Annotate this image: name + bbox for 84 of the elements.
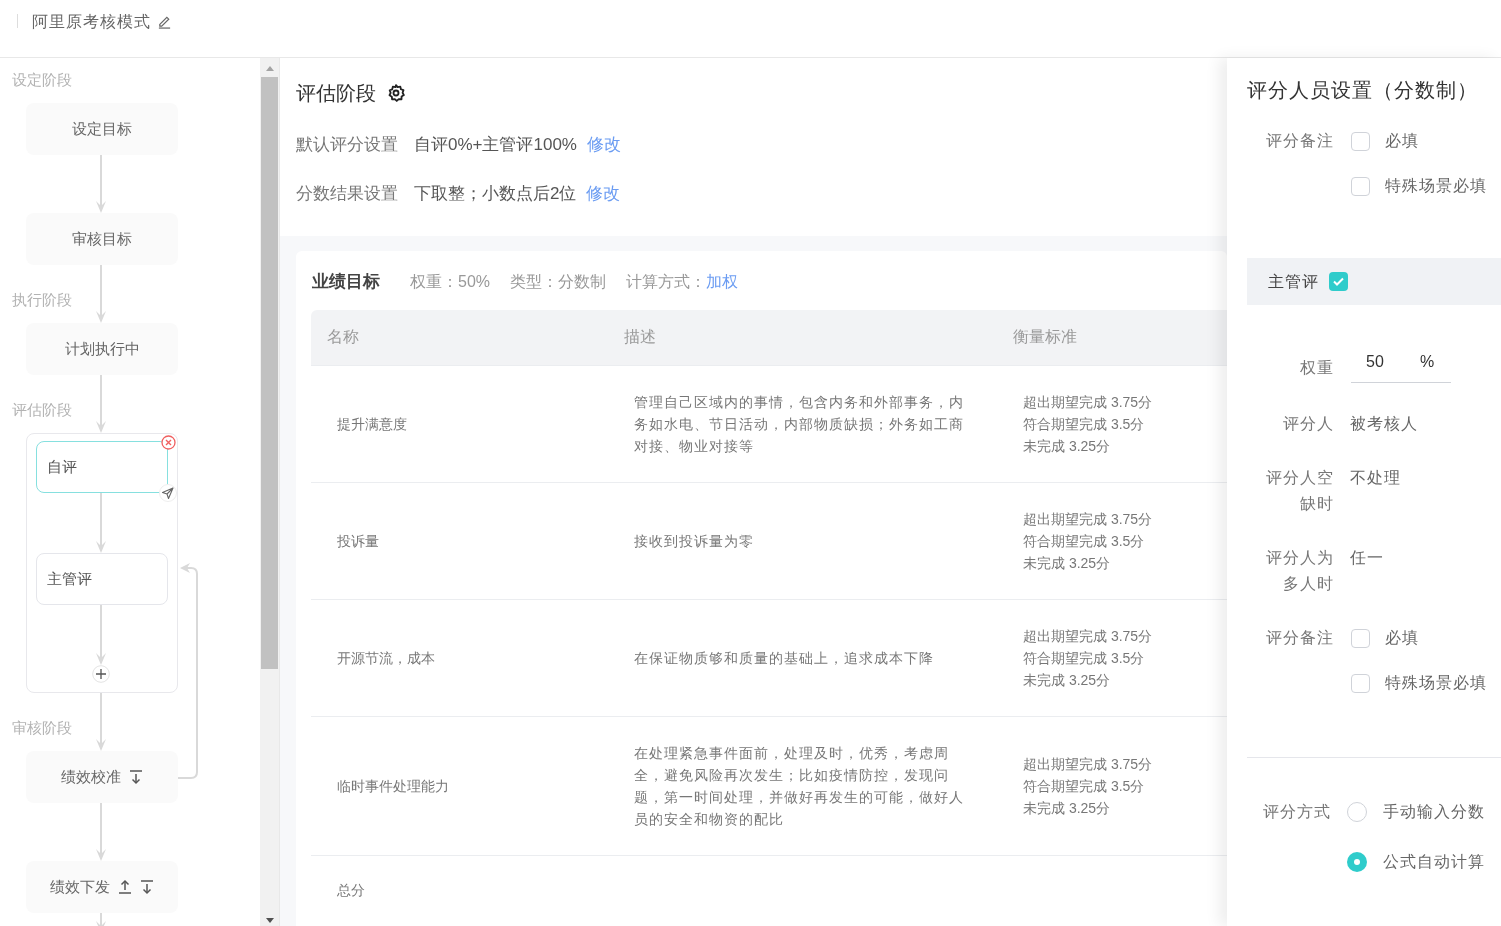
page-title: 阿里原考核模式: [32, 12, 151, 32]
field-value: 不处理: [1350, 468, 1401, 488]
field-label: 评分方式: [1263, 802, 1331, 822]
table-cell-text: 总分: [336, 881, 365, 900]
table-cell-text: 在处理紧急事件面前，处理及时，优秀，考虑周全，避免风险再次发生；比如疫情防控，发现问题，第一时间处理，并做好再发生的可能，做好人员的安全和物资的配比: [634, 743, 965, 829]
field-label: 评分人为多人时: [1265, 548, 1334, 594]
move-down-icon[interactable]: [140, 879, 154, 895]
setting-value: 下取整；小数点后2位: [414, 182, 577, 205]
radio-button[interactable]: [1347, 802, 1367, 822]
send-icon[interactable]: [159, 484, 177, 502]
flow-node[interactable]: 绩效下发: [26, 861, 178, 913]
table-cell-text: 超出期望完成 3.75分 符合期望完成 3.5分 未完成 3.25分: [1022, 392, 1154, 456]
column-header: 名称: [326, 327, 360, 347]
scrollbar[interactable]: [260, 58, 280, 926]
edit-icon[interactable]: [157, 14, 172, 29]
table-cell-text: 提升满意度: [336, 414, 408, 434]
move-up-icon[interactable]: [118, 879, 132, 895]
field-label: 权重: [1299, 358, 1334, 378]
flow-node[interactable]: 自评: [36, 441, 168, 493]
stage-label: 审核阶段: [12, 717, 72, 738]
weight-input[interactable]: 50 %: [1351, 350, 1451, 383]
meta-value: 50%: [458, 271, 491, 292]
scroll-up-icon[interactable]: [265, 66, 274, 71]
checkbox[interactable]: [1329, 272, 1348, 291]
connector-arrow: [95, 155, 107, 213]
checkbox-label: 必填: [1385, 131, 1419, 151]
column-header: 描述: [623, 327, 657, 347]
meta-label: 权重：: [410, 271, 458, 292]
table-cell-text: 在保证物质够和质量的基础上，追求成本下降: [634, 648, 935, 668]
stage-label: 执行阶段: [12, 289, 72, 310]
connector-arrow: [95, 493, 107, 553]
flow-node[interactable]: 计划执行中: [26, 323, 178, 375]
settings-icon[interactable]: [386, 83, 406, 103]
checkmark-icon: [1333, 277, 1344, 286]
table-cell-text: 超出期望完成 3.75分 符合期望完成 3.5分 未完成 3.25分: [1022, 754, 1154, 818]
checkbox-label: 特殊场景必填: [1385, 673, 1487, 693]
connector-arrow: [95, 803, 107, 861]
radio-button[interactable]: [1347, 852, 1367, 872]
table-cell-text: 开源节流，成本: [336, 648, 436, 668]
meta-value: 分数制: [558, 271, 607, 292]
connector-arrow: [95, 693, 107, 751]
field-value: 被考核人: [1350, 414, 1418, 434]
table-cell-text: 管理自己区域内的事情，包含内务和外部事务，内务如水电、节日活动，内部物质缺损；外务如工商对接、物业对接等: [634, 392, 965, 456]
flow-node[interactable]: 设定目标: [26, 103, 178, 155]
field-label: 评分备注: [1265, 131, 1334, 151]
field-label: 评分人空缺时: [1265, 468, 1334, 514]
connector-arrow: [95, 605, 107, 665]
flow-node[interactable]: 绩效校准: [26, 751, 178, 803]
checkbox-label: 必填: [1385, 628, 1419, 648]
flow-node[interactable]: 主管评: [36, 553, 168, 605]
setting-label: 分数结果设置: [296, 182, 398, 205]
setting-value: 自评0%+主管评100%: [414, 134, 577, 156]
stage-label: 设定阶段: [12, 69, 72, 90]
move-down-icon[interactable]: [129, 769, 143, 785]
field-label: 评分备注: [1265, 628, 1334, 648]
scroll-down-icon[interactable]: [265, 918, 274, 923]
setting-label: 默认评分设置: [296, 134, 398, 156]
section-title: 评估阶段: [296, 81, 376, 106]
column-header: 衡量标准: [1012, 327, 1078, 347]
checkbox[interactable]: [1351, 131, 1370, 151]
section-label: 主管评: [1268, 271, 1319, 292]
field-label: 评分人: [1282, 414, 1334, 434]
card-title: 业绩目标: [312, 271, 380, 293]
panel-title: 评分人员设置（分数制）: [1247, 78, 1479, 103]
radio-label: 手动输入分数: [1383, 802, 1485, 822]
close-icon[interactable]: [161, 435, 176, 450]
connector-arrow: [95, 265, 107, 323]
stage-label: 评估阶段: [12, 399, 72, 420]
connector-arrow: [95, 375, 107, 433]
table-cell-text: 临时事件处理能力: [336, 776, 450, 796]
add-icon[interactable]: [92, 665, 110, 683]
checkbox-label: 特殊场景必填: [1385, 176, 1487, 196]
meta-label: 类型：: [510, 271, 559, 292]
table-cell-text: 超出期望完成 3.75分 符合期望完成 3.5分 未完成 3.25分: [1022, 626, 1154, 690]
table-cell-text: 超出期望完成 3.75分 符合期望完成 3.5分 未完成 3.25分: [1022, 509, 1154, 573]
radio-label: 公式自动计算: [1383, 852, 1485, 872]
table-cell-text: 接收到投诉量为零: [634, 531, 755, 551]
checkbox[interactable]: [1351, 176, 1370, 196]
checkbox[interactable]: [1351, 673, 1370, 693]
field-value: 任一: [1350, 548, 1384, 568]
flow-node[interactable]: 审核目标: [26, 213, 178, 265]
table-cell-text: 投诉量: [336, 531, 380, 551]
meta-label: 计算方式：: [626, 271, 707, 292]
checkbox[interactable]: [1351, 628, 1370, 648]
